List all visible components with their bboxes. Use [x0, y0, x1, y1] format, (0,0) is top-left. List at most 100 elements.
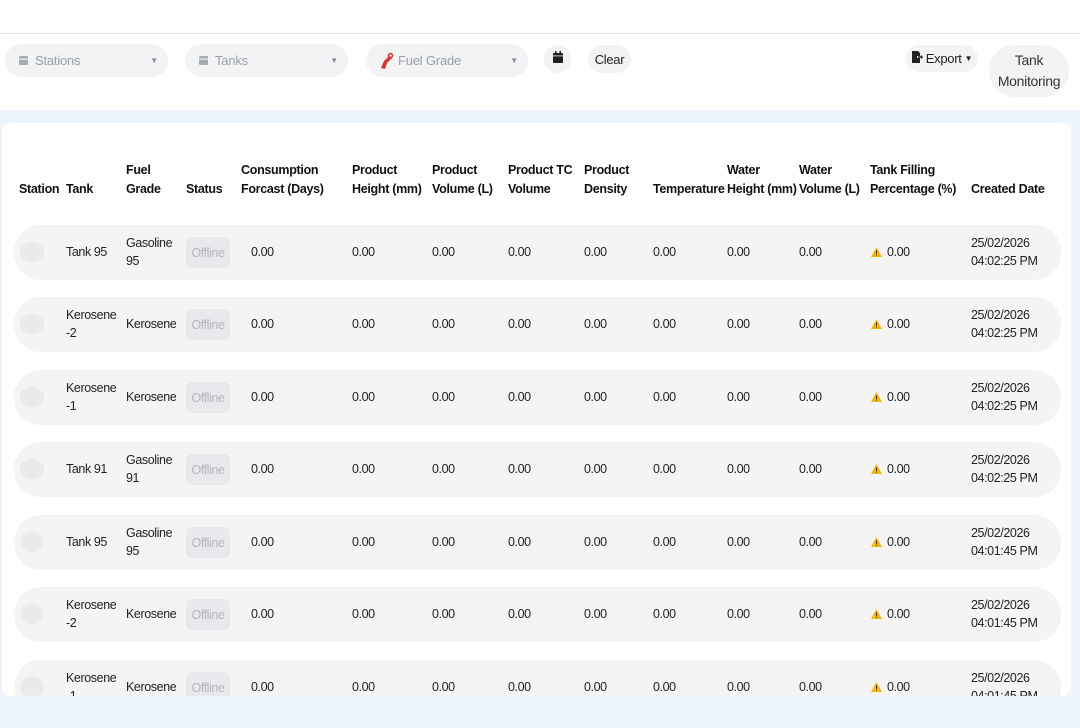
tank-cell-line-2: -2 [66, 616, 77, 630]
col-station[interactable]: Station [19, 180, 60, 199]
created-date-cell: 25/02/2026 04:02:25 PM [971, 379, 1038, 415]
export-icon [911, 51, 923, 66]
fuel-grade-cell: Kerosene [126, 678, 177, 696]
station-avatar [20, 242, 44, 262]
water-volume-cell: 0.00 [799, 317, 822, 331]
product-volume-cell: 0.00 [432, 607, 455, 621]
chevron-down-icon: ▼ [510, 56, 518, 65]
density-cell: 0.00 [584, 462, 607, 476]
col-tank-filling[interactable]: Tank Filling Percentage (%) [870, 161, 956, 199]
fuel-grade-cell: Gasoline 95 [126, 234, 173, 270]
fuel-grade-select[interactable]: Fuel Grade ▼ [366, 44, 528, 77]
status-badge: Offline [186, 237, 230, 268]
table-row[interactable]: Kerosene -1 Kerosene Offline 0.00 0.00 0.00 0.0… [14, 370, 1061, 425]
table-row[interactable]: Kerosene -1 Kerosene Offline 0.00 0.00 0.00 0.0… [14, 660, 1061, 696]
tank-filling-cell: 0.00 [871, 678, 910, 696]
station-icon [17, 55, 29, 67]
col-product-density[interactable]: Product Density [584, 161, 629, 199]
consumption-cell: 0.00 [251, 245, 274, 259]
tank-filling-cell: 0.00 [871, 315, 910, 333]
consumption-cell: 0.00 [251, 535, 274, 549]
temperature-cell: 0.00 [653, 462, 676, 476]
col-product-tc-volume[interactable]: Product TC Volume [508, 161, 573, 199]
water-volume-cell: 0.00 [799, 535, 822, 549]
tank-cell-line-1: Tank 95 [66, 535, 107, 549]
water-volume-cell: 0.00 [799, 462, 822, 476]
consumption-cell: 0.00 [251, 390, 274, 404]
tank-filling-value: 0.00 [887, 607, 910, 621]
water-height-cell: 0.00 [727, 390, 750, 404]
created-date: 25/02/2026 [971, 381, 1030, 395]
created-time: 04:02:25 PM [971, 326, 1038, 340]
export-button[interactable]: Export ▼ [906, 45, 978, 72]
tank-cell: Tank 91 [66, 460, 107, 478]
col-product-height[interactable]: Product Height (mm) [352, 161, 422, 199]
water-volume-cell: 0.00 [799, 680, 822, 694]
created-date: 25/02/2026 [971, 598, 1030, 612]
fuel-grade-cell-line-2: 91 [126, 471, 140, 485]
tank-cell-line-1: Tank 95 [66, 245, 107, 259]
tank-cell: Kerosene -1 [66, 379, 117, 415]
col-fuel-grade[interactable]: Fuel Grade [126, 161, 161, 199]
product-volume-cell: 0.00 [432, 462, 455, 476]
temperature-cell: 0.00 [653, 680, 676, 694]
water-height-cell: 0.00 [727, 462, 750, 476]
col-tank[interactable]: Tank [66, 180, 93, 199]
col-created-date[interactable]: Created Date [971, 180, 1045, 199]
col-consumption[interactable]: Consumption Forcast (Days) [241, 161, 324, 199]
col-water-height[interactable]: Water Height (mm) [727, 161, 797, 199]
clear-button[interactable]: Clear [588, 45, 631, 73]
tank-cell-line-1: Kerosene [66, 308, 117, 322]
product-volume-cell: 0.00 [432, 680, 455, 694]
col-product-volume[interactable]: Product Volume (L) [432, 161, 493, 199]
fuel-grade-cell: Kerosene [126, 315, 177, 333]
fuel-grade-cell: Gasoline 91 [126, 451, 173, 487]
tank-filling-value: 0.00 [887, 317, 910, 331]
consumption-cell: 0.00 [251, 462, 274, 476]
warning-icon [871, 609, 882, 619]
calendar-icon [552, 50, 563, 68]
fuel-grade-cell-line-1: Kerosene [126, 680, 177, 694]
created-time: 04:01:45 PM [971, 616, 1038, 630]
density-cell: 0.00 [584, 390, 607, 404]
status-badge: Offline [186, 382, 230, 413]
water-volume-cell: 0.00 [799, 607, 822, 621]
product-tc-cell: 0.00 [508, 535, 531, 549]
tank-filling-cell: 0.00 [871, 533, 910, 551]
tank-filling-value: 0.00 [887, 245, 910, 259]
caret-down-icon: ▼ [964, 54, 973, 63]
table-row[interactable]: Tank 95 Gasoline 95 Offline 0.00 0.00 0.00 0.00… [14, 515, 1061, 570]
warning-icon [871, 537, 882, 547]
tank-filling-value: 0.00 [887, 462, 910, 476]
water-height-cell: 0.00 [727, 680, 750, 694]
warning-icon [871, 464, 882, 474]
date-picker-button[interactable] [544, 45, 571, 73]
col-status[interactable]: Status [186, 180, 223, 199]
tanks-select[interactable]: Tanks ▼ [185, 44, 348, 77]
table-row[interactable]: Kerosene -2 Kerosene Offline 0.00 0.00 0.00 0.0… [14, 297, 1061, 352]
product-height-cell: 0.00 [352, 535, 375, 549]
created-time: 04:02:25 PM [971, 399, 1038, 413]
tank-icon [197, 55, 209, 67]
tank-cell-line-1: Kerosene [66, 381, 117, 395]
product-height-cell: 0.00 [352, 245, 375, 259]
table-row[interactable]: Kerosene -2 Kerosene Offline 0.00 0.00 0.00 0.0… [14, 587, 1061, 642]
station-avatar [20, 387, 44, 407]
fuel-grade-cell: Gasoline 95 [126, 524, 173, 560]
table-row[interactable]: Tank 95 Gasoline 95 Offline 0.00 0.00 0.00 0.00… [14, 225, 1061, 280]
density-cell: 0.00 [584, 680, 607, 694]
tank-cell-line-1: Kerosene [66, 598, 117, 612]
temperature-cell: 0.00 [653, 390, 676, 404]
density-cell: 0.00 [584, 607, 607, 621]
product-height-cell: 0.00 [352, 607, 375, 621]
temperature-cell: 0.00 [653, 245, 676, 259]
tank-monitoring-button[interactable]: Tank Monitoring [989, 45, 1069, 97]
col-temperature[interactable]: Temperature [653, 180, 725, 199]
table-row[interactable]: Tank 91 Gasoline 91 Offline 0.00 0.00 0.00 0.00… [14, 442, 1061, 497]
col-water-volume[interactable]: Water Volume (L) [799, 161, 860, 199]
product-volume-cell: 0.00 [432, 390, 455, 404]
product-height-cell: 0.00 [352, 317, 375, 331]
created-date-cell: 25/02/2026 04:01:45 PM [971, 524, 1038, 560]
consumption-cell: 0.00 [251, 607, 274, 621]
stations-select[interactable]: Stations ▼ [5, 44, 168, 77]
